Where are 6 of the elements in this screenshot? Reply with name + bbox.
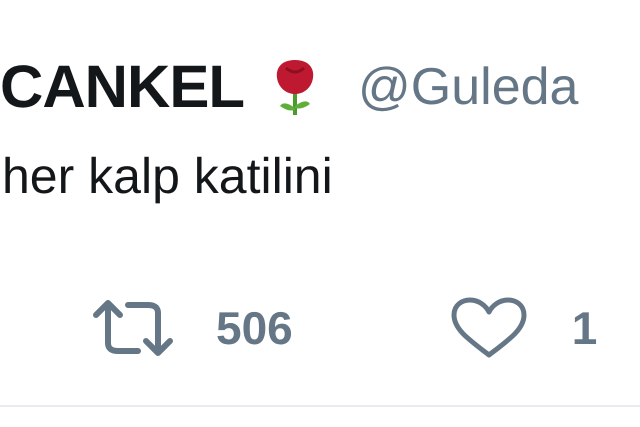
display-name[interactable]: CANKEL (0, 52, 244, 121)
retweet-icon[interactable] (92, 297, 174, 359)
retweet-count: 506 (216, 301, 293, 355)
tweet-text: her kalp katilini (1, 147, 334, 205)
user-handle[interactable]: @Guleda (358, 56, 578, 116)
like-count: 1 (572, 301, 598, 355)
